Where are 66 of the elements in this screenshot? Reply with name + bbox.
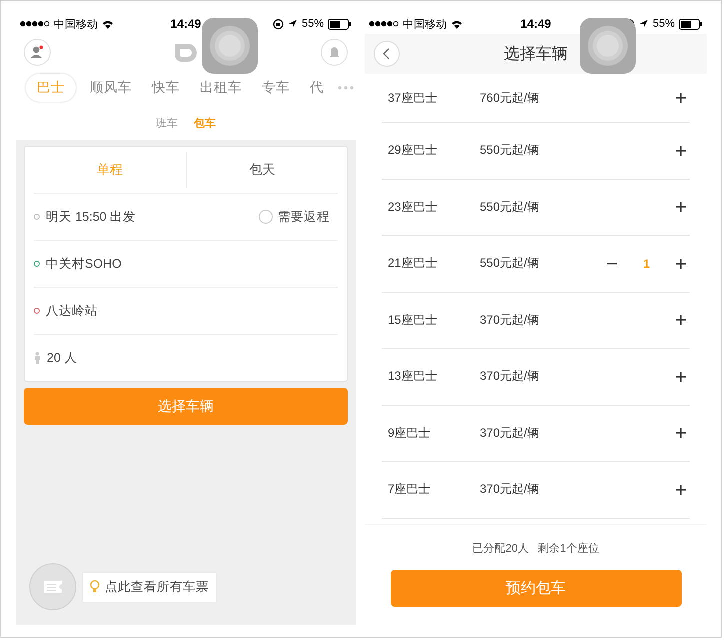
plus-icon[interactable] bbox=[676, 484, 686, 495]
page-title: 选择车辆 bbox=[503, 44, 569, 64]
sub-tab[interactable]: 包车 bbox=[194, 116, 216, 130]
person-icon bbox=[34, 352, 41, 364]
vehicle-price: 550元起/辆 bbox=[480, 142, 540, 160]
vehicle-price: 550元起/辆 bbox=[480, 198, 540, 216]
vehicle-name: 7座巴士 bbox=[388, 481, 432, 498]
wifi-icon bbox=[451, 20, 463, 28]
profile-button[interactable] bbox=[24, 38, 51, 66]
vehicle-name: 29座巴士 bbox=[388, 142, 438, 160]
lightbulb-icon bbox=[90, 580, 100, 594]
battery-icon bbox=[678, 18, 703, 30]
wifi-icon bbox=[102, 20, 114, 28]
tooltip-text: 点此查看所有车票 bbox=[105, 578, 209, 596]
plus-icon[interactable] bbox=[676, 428, 686, 438]
vehicle-price: 370元起/辆 bbox=[480, 424, 540, 442]
sub-tab[interactable]: 班车 bbox=[156, 116, 178, 130]
trip-tab[interactable]: 包天 bbox=[186, 147, 338, 193]
minus-icon[interactable] bbox=[607, 262, 618, 265]
checkbox[interactable] bbox=[259, 210, 273, 224]
carrier-name: 中国移动 bbox=[54, 18, 98, 32]
service-tab[interactable]: 代 bbox=[304, 74, 330, 102]
vehicle-price: 370元起/辆 bbox=[480, 312, 540, 329]
plus-icon[interactable] bbox=[676, 146, 686, 156]
seat-summary: 已分配20人 剩余1个座位 bbox=[472, 542, 600, 556]
vehicle-name: 13座巴士 bbox=[388, 368, 438, 386]
vehicle-name: 9座巴士 bbox=[388, 424, 432, 442]
signal-icon bbox=[369, 21, 399, 27]
quantity-value: 1 bbox=[643, 256, 650, 271]
vehicle-price: 550元起/辆 bbox=[480, 255, 540, 272]
plus-icon[interactable] bbox=[676, 258, 686, 269]
status-time: 14:49 bbox=[170, 17, 202, 31]
battery-icon bbox=[328, 18, 352, 30]
field-value[interactable]: 中关村SOHO bbox=[46, 256, 122, 272]
vehicle-price: 760元起/辆 bbox=[480, 90, 540, 106]
plus-icon[interactable] bbox=[676, 372, 686, 382]
book-button[interactable]: 预约包车 bbox=[390, 570, 682, 607]
checkbox-label: 需要返程 bbox=[278, 208, 330, 226]
service-tab[interactable]: 巴士 bbox=[26, 74, 76, 102]
field-value[interactable]: 八达岭站 bbox=[46, 302, 98, 320]
service-tab[interactable]: 快车 bbox=[146, 74, 186, 102]
battery-percent: 55% bbox=[652, 18, 675, 30]
service-tab[interactable]: 专车 bbox=[256, 74, 296, 102]
field-value[interactable]: 20 人 bbox=[47, 350, 78, 366]
trip-tab[interactable]: 单程 bbox=[34, 152, 186, 188]
battery-percent: 55% bbox=[302, 18, 324, 30]
back-button[interactable] bbox=[374, 41, 400, 67]
vehicle-name: 21座巴士 bbox=[388, 255, 438, 272]
plus-icon[interactable] bbox=[676, 315, 686, 326]
logo-icon bbox=[172, 41, 200, 63]
vehicle-name: 23座巴士 bbox=[388, 198, 438, 216]
status-time: 14:49 bbox=[520, 17, 552, 31]
signal-icon bbox=[20, 21, 50, 27]
carrier-name: 中国移动 bbox=[403, 18, 447, 32]
location-arrow-icon bbox=[638, 19, 649, 29]
vehicle-price: 370元起/辆 bbox=[480, 368, 540, 386]
vehicle-name: 15座巴士 bbox=[388, 312, 438, 329]
location-arrow-icon bbox=[288, 19, 298, 29]
service-tab[interactable]: 出租车 bbox=[194, 74, 248, 102]
service-tab[interactable]: 顺风车 bbox=[84, 74, 138, 102]
plus-icon[interactable] bbox=[676, 202, 686, 212]
field-value[interactable]: 明天 15:50 出发 bbox=[46, 208, 136, 226]
vehicle-price: 370元起/辆 bbox=[480, 481, 540, 498]
vehicle-name: 37座巴士 bbox=[388, 90, 438, 106]
select-vehicle-button[interactable]: 选择车辆 bbox=[24, 388, 348, 425]
plus-icon[interactable] bbox=[676, 93, 686, 103]
